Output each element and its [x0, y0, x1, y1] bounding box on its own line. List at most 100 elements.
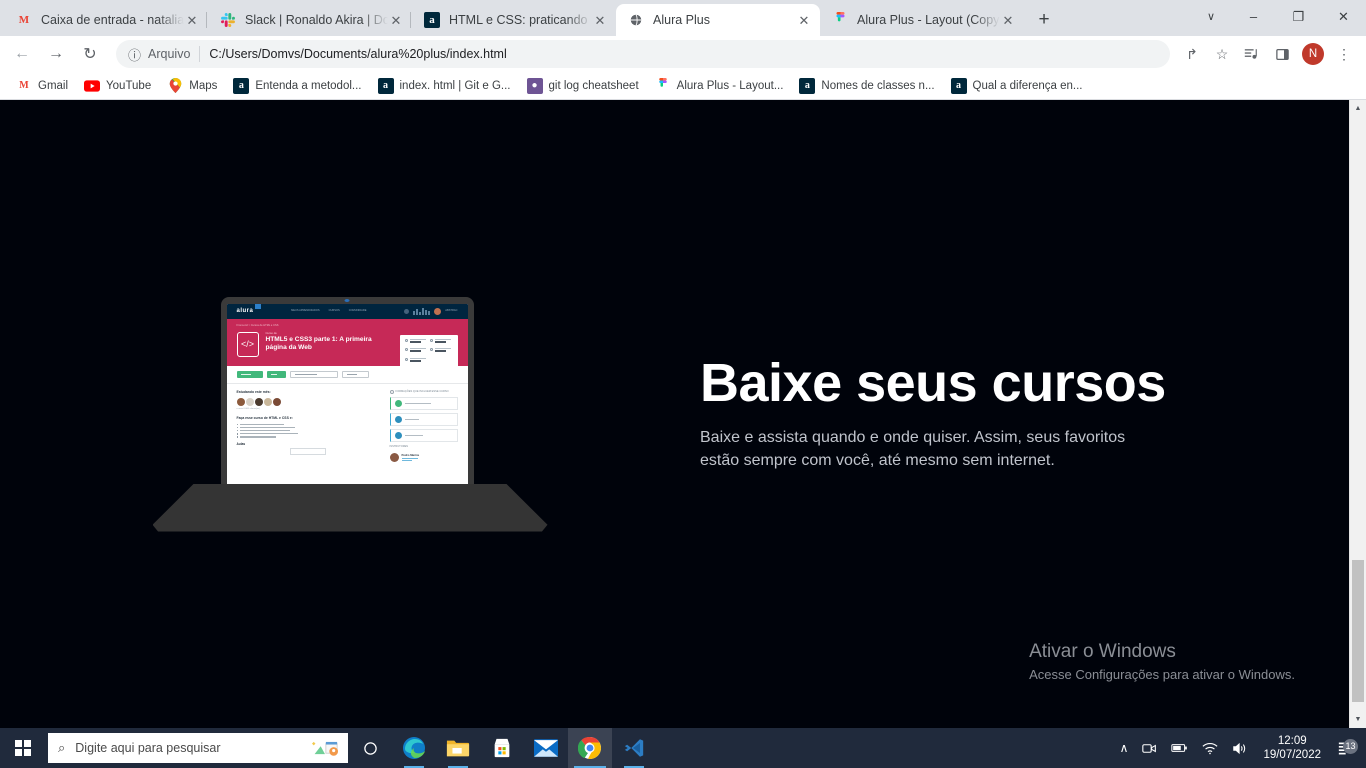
tab-search-chevron-icon[interactable]: ∨: [1191, 0, 1231, 33]
mini-related-heading: FORMAÇÕES QUE INCLUEM ESSE CURSO: [389, 390, 458, 395]
chrome-browser-window: M Caixa de entrada - natalia.san ✕ Slack…: [0, 0, 1366, 768]
bookmark-star-icon[interactable]: ☆: [1208, 40, 1236, 68]
bookmark-item[interactable]: ● git log cheatsheet: [519, 75, 647, 97]
mini-learn-heading: Faça esse curso de HTML e CSS e:: [236, 415, 293, 420]
profile-avatar[interactable]: N: [1302, 43, 1324, 65]
mini-related-card: [389, 397, 458, 411]
laptop-webcam-icon: [344, 298, 350, 302]
bookmark-label: Maps: [189, 79, 218, 92]
tray-expand-chevron-icon[interactable]: ∧: [1113, 741, 1136, 755]
microsoft-edge-button[interactable]: [392, 728, 436, 768]
mini-related-heading-text: FORMAÇÕES QUE INCLUEM ESSE CURSO: [395, 390, 449, 394]
alura-plus-page: alura MEUS APRENDIZADOS CURSOS COMUNIDAD…: [0, 100, 1349, 728]
bookmark-item[interactable]: a index. html | Git e G...: [370, 75, 519, 97]
mini-breadcrumb: Front-end > Cursos de HTML e CSS: [236, 323, 279, 327]
tab-close-button[interactable]: ✕: [184, 12, 200, 28]
taskbar-clock[interactable]: 12:09 19/07/2022: [1255, 734, 1331, 763]
tab-title: Caixa de entrada - natalia.san: [41, 13, 184, 27]
bookmark-label: index. html | Git e G...: [399, 79, 511, 92]
search-input[interactable]: ⌕ Digite aqui para pesquisar: [48, 733, 348, 763]
side-panel-icon[interactable]: [1268, 40, 1296, 68]
laptop-screen: alura MEUS APRENDIZADOS CURSOS COMUNIDAD…: [226, 303, 468, 485]
file-explorer-button[interactable]: [436, 728, 480, 768]
google-chrome-button[interactable]: [568, 728, 612, 768]
browser-tab[interactable]: M Caixa de entrada - natalia.san ✕: [4, 4, 208, 36]
bookmark-label: Gmail: [38, 79, 69, 92]
alura-icon: a: [799, 77, 816, 94]
code-icon: </>: [236, 332, 259, 358]
bookmark-label: Alura Plus - Layout...: [676, 79, 784, 92]
mini-instructor: Pedro Marins: [389, 452, 458, 463]
browser-tab[interactable]: a HTML e CSS: praticando HTM ✕: [410, 4, 616, 36]
forward-button[interactable]: →: [42, 40, 70, 68]
bookmark-item[interactable]: YouTube: [76, 75, 159, 97]
start-button[interactable]: [0, 728, 46, 768]
tab-close-button[interactable]: ✕: [796, 12, 812, 28]
search-illustration: [312, 738, 338, 758]
tab-close-button[interactable]: ✕: [388, 12, 404, 28]
mini-aulas-heading: Aulas: [236, 441, 246, 446]
bookmark-item[interactable]: M Gmail: [8, 75, 76, 97]
scrollbar-thumb[interactable]: [1352, 560, 1364, 702]
bell-icon: [404, 308, 410, 314]
share-icon[interactable]: ↱: [1178, 40, 1206, 68]
screen-recording-icon[interactable]: [1135, 742, 1164, 755]
notification-center-button[interactable]: 13: [1331, 738, 1362, 756]
bookmark-item[interactable]: Alura Plus - Layout...: [647, 75, 792, 97]
bookmark-item[interactable]: a Entenda a metodol...: [225, 75, 369, 97]
battery-icon[interactable]: [1164, 742, 1195, 754]
visual-studio-code-button[interactable]: [612, 728, 656, 768]
wifi-icon[interactable]: [1195, 742, 1225, 755]
new-tab-button[interactable]: +: [1030, 6, 1058, 34]
tab-title: Alura Plus - Layout (Copy) – F: [857, 13, 1000, 27]
alura-icon: a: [950, 77, 967, 94]
cortana-button[interactable]: [348, 728, 392, 768]
back-button[interactable]: ←: [8, 40, 36, 68]
browser-tab-active[interactable]: Alura Plus ✕: [616, 4, 820, 36]
address-bar[interactable]: ⓘ Arquivo C:/Users/Domvs/Documents/alura…: [116, 40, 1170, 68]
reload-button[interactable]: ↻: [76, 40, 104, 68]
tab-close-button[interactable]: ✕: [592, 12, 608, 28]
bookmark-item[interactable]: Maps: [159, 75, 225, 97]
browser-tab[interactable]: Alura Plus - Layout (Copy) – F ✕: [820, 4, 1024, 36]
bookmarks-bar: M Gmail YouTube Maps a Entenda a metodol…: [0, 72, 1366, 100]
bookmark-item[interactable]: a Nomes de classes n...: [791, 75, 942, 97]
youtube-icon: [84, 78, 101, 94]
mini-nav-right: ABSTRAC: [404, 307, 458, 315]
mini-navbar: alura MEUS APRENDIZADOS CURSOS COMUNIDAD…: [226, 303, 468, 319]
close-window-button[interactable]: ✕: [1321, 0, 1366, 33]
window-controls: ∨ – ❐ ✕: [1191, 0, 1366, 33]
tab-close-button[interactable]: ✕: [1000, 12, 1016, 28]
minimize-button[interactable]: –: [1231, 0, 1276, 33]
clock-date: 19/07/2022: [1263, 749, 1321, 761]
mini-students-note: e mais 6.000 alunos(as): [236, 407, 260, 410]
scroll-up-arrow-icon[interactable]: ▲: [1350, 100, 1366, 117]
hero-text-block: Baixe seus cursos Baixe e assista quando…: [700, 355, 1260, 472]
bookmark-item[interactable]: a Qual a diferença en...: [943, 75, 1091, 97]
mini-nav-links: MEUS APRENDIZADOS CURSOS COMUNIDADE: [291, 309, 366, 313]
scroll-down-arrow-icon[interactable]: ▼: [1350, 711, 1366, 728]
mini-other-options-button: [341, 371, 369, 379]
bookmark-label: Qual a diferença en...: [972, 79, 1083, 92]
microsoft-store-button[interactable]: [480, 728, 524, 768]
mini-left-column: Estudando este mês: e mais 6.000 alunos(…: [236, 390, 380, 456]
hero-image-container: alura MEUS APRENDIZADOS CURSOS COMUNIDAD…: [0, 296, 700, 532]
mini-course-info-box: [399, 334, 458, 370]
page-scrollbar[interactable]: ▲ ▼: [1349, 100, 1366, 728]
chrome-menu-icon[interactable]: ⋮: [1330, 40, 1358, 68]
mini-list-item: [237, 429, 380, 432]
volume-icon[interactable]: [1225, 742, 1255, 755]
info-circle-icon: ⓘ: [128, 47, 142, 63]
mini-list-item: [237, 433, 380, 435]
mail-button[interactable]: [524, 728, 568, 768]
mini-related-card: [389, 413, 458, 427]
page-viewport: alura MEUS APRENDIZADOS CURSOS COMUNIDAD…: [0, 100, 1366, 728]
mini-instructor-name: Pedro Marins: [401, 452, 420, 457]
mini-start-course-button: [236, 371, 263, 379]
instructor-photo: [389, 452, 399, 462]
browser-tab[interactable]: Slack | Ronaldo Akira | Domvs ✕: [206, 4, 412, 36]
media-control-icon[interactable]: [1238, 40, 1266, 68]
omnibox-divider: [199, 46, 201, 62]
mini-instructor-bars: [401, 457, 420, 462]
maximize-button[interactable]: ❐: [1276, 0, 1321, 33]
